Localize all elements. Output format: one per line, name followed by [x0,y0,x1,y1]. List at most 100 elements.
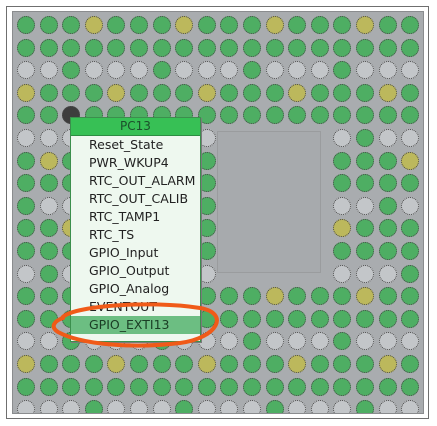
chip-pin[interactable] [220,106,239,125]
chip-pin[interactable] [401,355,420,373]
chip-pin[interactable] [175,16,194,34]
chip-pin[interactable] [378,309,397,328]
menu-item-rtc-tamp1[interactable]: RTC_TAMP1 [71,208,200,226]
chip-pin[interactable] [130,83,148,102]
chip-pin[interactable] [401,83,420,102]
chip-pin[interactable] [175,400,194,413]
chip-pin[interactable] [333,400,352,413]
chip-pin[interactable] [243,355,261,373]
chip-pin[interactable] [310,309,329,328]
chip-pin[interactable] [356,174,374,193]
chip-pin[interactable] [243,106,261,125]
chip-pin[interactable] [378,400,397,413]
chip-pin[interactable] [401,264,420,283]
chip-pin[interactable] [288,377,307,396]
menu-item-rtc-out-calib[interactable]: RTC_OUT_CALIB [71,190,200,208]
chip-pin[interactable] [84,61,103,80]
chip-pin[interactable] [356,355,374,373]
chip-pin[interactable] [84,377,103,396]
chip-pin[interactable] [356,196,374,215]
chip-pin[interactable] [107,355,126,373]
chip-pin[interactable] [39,129,58,147]
chip-pin[interactable] [243,332,261,351]
chip-pin[interactable] [39,264,58,283]
chip-pin[interactable] [197,16,216,34]
chip-pin[interactable] [310,61,329,80]
chip-pin[interactable] [175,83,194,102]
chip-pin[interactable] [17,106,35,125]
chip-pin[interactable] [243,83,261,102]
chip-pin[interactable] [17,196,35,215]
chip-pin[interactable] [220,38,239,57]
menu-item-rtc-out-alarm[interactable]: RTC_OUT_ALARM [71,172,200,190]
menu-item-reset-state[interactable]: Reset_State [71,136,200,154]
chip-pin[interactable] [333,16,352,34]
chip-pin[interactable] [265,287,284,306]
chip-pin[interactable] [401,106,420,125]
chip-pin[interactable] [333,106,352,125]
chip-pin[interactable] [401,174,420,193]
chip-pin[interactable] [356,400,374,413]
chip-pin[interactable] [265,16,284,34]
chip-pin[interactable] [107,38,126,57]
chip-pin[interactable] [378,174,397,193]
chip-pin[interactable] [39,355,58,373]
chip-pin[interactable] [288,332,307,351]
chip-pin[interactable] [378,16,397,34]
chip-pin[interactable] [17,332,35,351]
chip-pin[interactable] [62,38,81,57]
chip-pin[interactable] [288,287,307,306]
chip-pin[interactable] [17,219,35,238]
chip-pin[interactable] [243,400,261,413]
chip-pin[interactable] [356,16,374,34]
chip-pin[interactable] [265,355,284,373]
chip-pin[interactable] [333,196,352,215]
chip-pin[interactable] [17,377,35,396]
chip-pin[interactable] [130,377,148,396]
menu-item-pwr-wkup4[interactable]: PWR_WKUP4 [71,154,200,172]
chip-pin[interactable] [17,174,35,193]
chip-pin[interactable] [152,83,171,102]
chip-pin[interactable] [356,264,374,283]
chip-pin[interactable] [401,332,420,351]
chip-pin[interactable] [378,38,397,57]
chip-pin[interactable] [265,61,284,80]
chip-pin[interactable] [265,38,284,57]
chip-pin[interactable] [378,377,397,396]
chip-pin[interactable] [39,309,58,328]
chip-pin[interactable] [152,400,171,413]
chip-pin[interactable] [401,219,420,238]
chip-pin[interactable] [62,83,81,102]
chip-pin[interactable] [152,16,171,34]
chip-pin[interactable] [197,355,216,373]
chip-pin[interactable] [356,309,374,328]
chip-pin[interactable] [356,377,374,396]
chip-pin[interactable] [39,151,58,170]
chip-pin[interactable] [378,287,397,306]
chip-pin[interactable] [107,377,126,396]
chip-pin[interactable] [197,83,216,102]
chip-pin[interactable] [62,61,81,80]
chip-pin[interactable] [39,332,58,351]
chip-pin[interactable] [17,355,35,373]
chip-pin[interactable] [197,400,216,413]
chip-pin[interactable] [288,309,307,328]
chip-pin[interactable] [310,400,329,413]
chip-pin[interactable] [39,174,58,193]
menu-item-gpio-output[interactable]: GPIO_Output [71,262,200,280]
chip-pin[interactable] [243,377,261,396]
chip-pin[interactable] [220,309,239,328]
chip-pin[interactable] [243,38,261,57]
chip-pin[interactable] [333,174,352,193]
chip-pin[interactable] [220,377,239,396]
chip-pin[interactable] [378,129,397,147]
chip-pin[interactable] [17,83,35,102]
chip-pin[interactable] [107,83,126,102]
chip-pin[interactable] [310,332,329,351]
chip-pin[interactable] [152,355,171,373]
chip-pin[interactable] [17,400,35,413]
chip-pin[interactable] [17,38,35,57]
chip-pin[interactable] [152,377,171,396]
chip-pin[interactable] [220,16,239,34]
chip-pin[interactable] [17,309,35,328]
